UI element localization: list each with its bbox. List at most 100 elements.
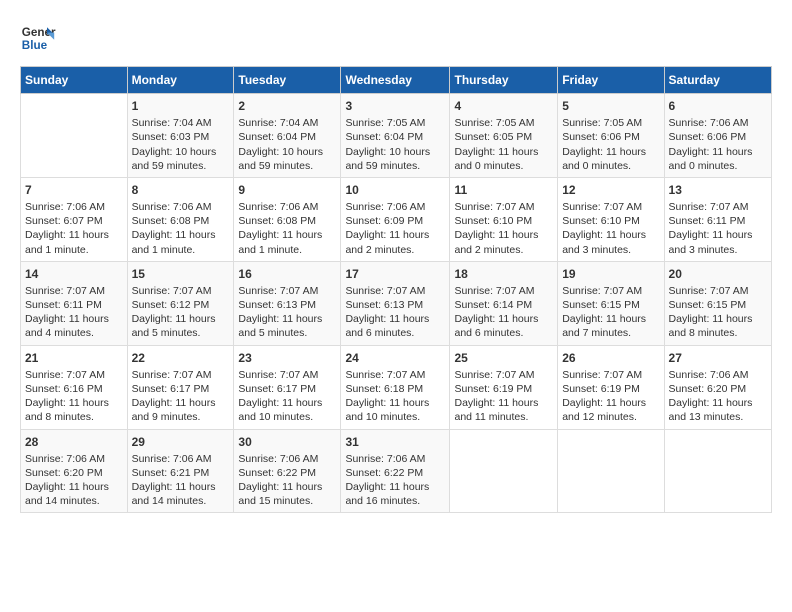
- day-info-line: Daylight: 11 hours: [238, 228, 336, 242]
- day-number: 4: [454, 98, 553, 114]
- day-of-week-header: Tuesday: [234, 67, 341, 94]
- day-info-line: Daylight: 11 hours: [454, 228, 553, 242]
- calendar-cell: [664, 429, 771, 513]
- day-info-line: Sunset: 6:17 PM: [238, 382, 336, 396]
- day-info-line: Sunset: 6:09 PM: [345, 214, 445, 228]
- calendar-cell: 26Sunrise: 7:07 AMSunset: 6:19 PMDayligh…: [558, 345, 664, 429]
- day-info-line: Sunset: 6:05 PM: [454, 130, 553, 144]
- svg-text:Blue: Blue: [22, 39, 48, 52]
- day-of-week-header: Saturday: [664, 67, 771, 94]
- day-info-line: Daylight: 11 hours: [669, 312, 767, 326]
- calendar-week-row: 21Sunrise: 7:07 AMSunset: 6:16 PMDayligh…: [21, 345, 772, 429]
- day-number: 20: [669, 266, 767, 282]
- calendar-header-row: SundayMondayTuesdayWednesdayThursdayFrid…: [21, 67, 772, 94]
- day-info-line: Daylight: 11 hours: [238, 312, 336, 326]
- day-info-line: Sunset: 6:15 PM: [669, 298, 767, 312]
- day-info-line: Sunset: 6:13 PM: [345, 298, 445, 312]
- day-info-line: Sunset: 6:10 PM: [562, 214, 659, 228]
- calendar-cell: 22Sunrise: 7:07 AMSunset: 6:17 PMDayligh…: [127, 345, 234, 429]
- day-info-line: Sunset: 6:10 PM: [454, 214, 553, 228]
- day-number: 17: [345, 266, 445, 282]
- day-info-line: Sunrise: 7:06 AM: [238, 452, 336, 466]
- day-number: 6: [669, 98, 767, 114]
- day-number: 2: [238, 98, 336, 114]
- day-info-line: Daylight: 11 hours: [562, 228, 659, 242]
- day-info-line: and 0 minutes.: [454, 159, 553, 173]
- day-info-line: Sunset: 6:04 PM: [238, 130, 336, 144]
- day-info-line: Sunset: 6:06 PM: [562, 130, 659, 144]
- day-of-week-header: Monday: [127, 67, 234, 94]
- day-info-line: Daylight: 11 hours: [669, 145, 767, 159]
- day-info-line: and 10 minutes.: [345, 410, 445, 424]
- day-number: 3: [345, 98, 445, 114]
- day-info-line: and 13 minutes.: [669, 410, 767, 424]
- day-number: 13: [669, 182, 767, 198]
- calendar-cell: 7Sunrise: 7:06 AMSunset: 6:07 PMDaylight…: [21, 177, 128, 261]
- day-info-line: Sunrise: 7:07 AM: [454, 368, 553, 382]
- header: General Blue: [20, 20, 772, 56]
- day-number: 26: [562, 350, 659, 366]
- day-info-line: Sunrise: 7:07 AM: [238, 368, 336, 382]
- day-info-line: Daylight: 10 hours: [345, 145, 445, 159]
- day-number: 27: [669, 350, 767, 366]
- day-info-line: Sunset: 6:22 PM: [345, 466, 445, 480]
- day-info-line: Sunset: 6:08 PM: [238, 214, 336, 228]
- day-info-line: Daylight: 11 hours: [562, 396, 659, 410]
- calendar-cell: 21Sunrise: 7:07 AMSunset: 6:16 PMDayligh…: [21, 345, 128, 429]
- day-info-line: Daylight: 11 hours: [238, 396, 336, 410]
- day-info-line: Sunset: 6:16 PM: [25, 382, 123, 396]
- day-info-line: Sunrise: 7:05 AM: [562, 116, 659, 130]
- day-info-line: and 0 minutes.: [669, 159, 767, 173]
- calendar-cell: 10Sunrise: 7:06 AMSunset: 6:09 PMDayligh…: [341, 177, 450, 261]
- calendar-cell: 25Sunrise: 7:07 AMSunset: 6:19 PMDayligh…: [450, 345, 558, 429]
- day-number: 7: [25, 182, 123, 198]
- day-of-week-header: Wednesday: [341, 67, 450, 94]
- day-number: 23: [238, 350, 336, 366]
- day-info-line: Sunset: 6:11 PM: [669, 214, 767, 228]
- day-info-line: and 10 minutes.: [238, 410, 336, 424]
- day-info-line: Daylight: 11 hours: [25, 312, 123, 326]
- day-info-line: Sunset: 6:03 PM: [132, 130, 230, 144]
- calendar-cell: 8Sunrise: 7:06 AMSunset: 6:08 PMDaylight…: [127, 177, 234, 261]
- calendar-cell: 20Sunrise: 7:07 AMSunset: 6:15 PMDayligh…: [664, 261, 771, 345]
- day-info-line: Sunrise: 7:05 AM: [345, 116, 445, 130]
- calendar-cell: 5Sunrise: 7:05 AMSunset: 6:06 PMDaylight…: [558, 94, 664, 178]
- day-number: 14: [25, 266, 123, 282]
- day-info-line: Sunset: 6:08 PM: [132, 214, 230, 228]
- day-of-week-header: Thursday: [450, 67, 558, 94]
- day-number: 12: [562, 182, 659, 198]
- calendar-cell: 17Sunrise: 7:07 AMSunset: 6:13 PMDayligh…: [341, 261, 450, 345]
- calendar-cell: 12Sunrise: 7:07 AMSunset: 6:10 PMDayligh…: [558, 177, 664, 261]
- day-info-line: and 16 minutes.: [345, 494, 445, 508]
- day-info-line: Sunrise: 7:06 AM: [25, 452, 123, 466]
- logo: General Blue: [20, 20, 56, 56]
- day-info-line: Sunset: 6:11 PM: [25, 298, 123, 312]
- calendar-cell: 9Sunrise: 7:06 AMSunset: 6:08 PMDaylight…: [234, 177, 341, 261]
- day-info-line: Daylight: 11 hours: [132, 396, 230, 410]
- day-number: 28: [25, 434, 123, 450]
- day-number: 29: [132, 434, 230, 450]
- day-info-line: and 59 minutes.: [132, 159, 230, 173]
- day-info-line: and 14 minutes.: [132, 494, 230, 508]
- calendar-cell: 1Sunrise: 7:04 AMSunset: 6:03 PMDaylight…: [127, 94, 234, 178]
- day-number: 31: [345, 434, 445, 450]
- day-info-line: Daylight: 11 hours: [345, 480, 445, 494]
- day-info-line: Daylight: 11 hours: [345, 396, 445, 410]
- day-info-line: and 5 minutes.: [238, 326, 336, 340]
- day-info-line: and 9 minutes.: [132, 410, 230, 424]
- day-info-line: Sunset: 6:06 PM: [669, 130, 767, 144]
- day-info-line: Sunrise: 7:06 AM: [238, 200, 336, 214]
- day-info-line: Daylight: 11 hours: [25, 480, 123, 494]
- calendar-week-row: 28Sunrise: 7:06 AMSunset: 6:20 PMDayligh…: [21, 429, 772, 513]
- day-info-line: Sunrise: 7:07 AM: [132, 368, 230, 382]
- day-info-line: Sunset: 6:14 PM: [454, 298, 553, 312]
- day-info-line: and 1 minute.: [238, 243, 336, 257]
- day-info-line: and 2 minutes.: [345, 243, 445, 257]
- day-info-line: Daylight: 10 hours: [132, 145, 230, 159]
- day-info-line: Daylight: 11 hours: [25, 396, 123, 410]
- day-info-line: Sunrise: 7:07 AM: [669, 200, 767, 214]
- day-info-line: and 1 minute.: [25, 243, 123, 257]
- day-number: 1: [132, 98, 230, 114]
- day-info-line: Sunset: 6:20 PM: [25, 466, 123, 480]
- day-info-line: Sunset: 6:12 PM: [132, 298, 230, 312]
